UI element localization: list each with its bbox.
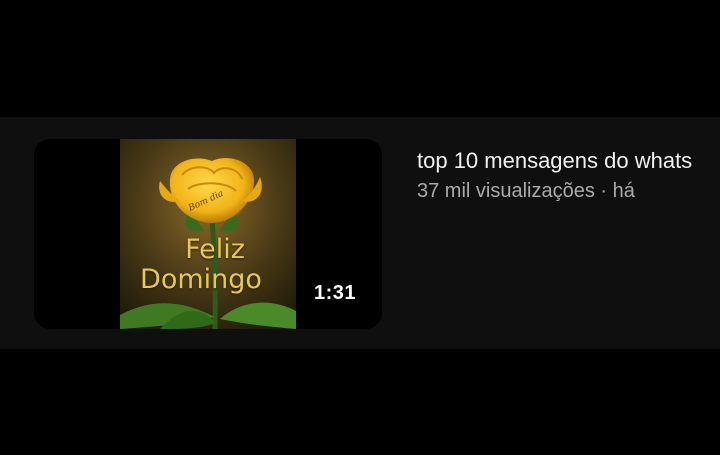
greeting-line-2: Domingo	[140, 264, 262, 295]
thumbnail-image: Bom dia Feliz Domingo	[120, 139, 296, 329]
video-duration-badge: 1:31	[313, 282, 356, 304]
video-metadata: top 10 mensagens do whats 37 mil visuali…	[417, 147, 717, 204]
video-stats: 37 mil visualizações · há	[417, 180, 635, 202]
video-list-item[interactable]: Bom dia Feliz Domingo 1:31 top 10 mensag…	[0, 117, 720, 349]
screen: Bom dia Feliz Domingo 1:31 top 10 mensag…	[0, 0, 720, 455]
greeting-line-1: Feliz	[185, 234, 245, 265]
video-thumbnail[interactable]: Bom dia Feliz Domingo 1:31	[34, 139, 382, 329]
thumbnail-greeting: Feliz Domingo	[120, 235, 296, 295]
video-title[interactable]: top 10 mensagens do whats	[417, 147, 717, 174]
